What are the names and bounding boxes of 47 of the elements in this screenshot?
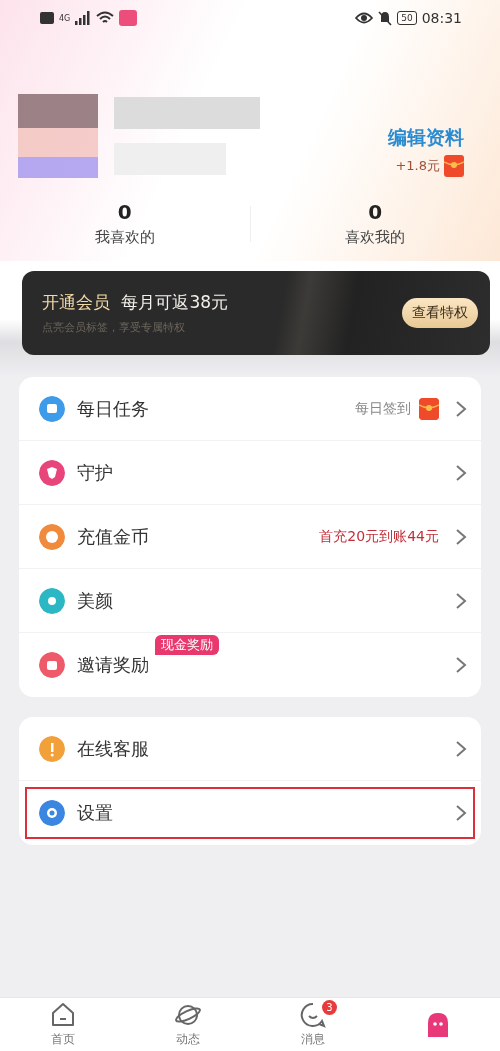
menu-label: 每日任务 bbox=[77, 396, 149, 421]
network-label: 4G bbox=[59, 13, 71, 23]
chevron-right-icon bbox=[455, 739, 467, 758]
app-icon bbox=[119, 10, 138, 26]
tab-bar-item[interactable]: 动态 bbox=[125, 998, 250, 1051]
muted-bell-icon bbox=[378, 10, 393, 26]
menu-item[interactable]: 守护 bbox=[19, 441, 481, 505]
menu-item[interactable]: 每日任务 每日签到 bbox=[19, 377, 481, 441]
menu-item[interactable]: 邀请奖励 现金奖励 bbox=[19, 633, 481, 697]
signal-icon bbox=[75, 11, 92, 25]
chat-icon bbox=[298, 1001, 327, 1029]
clock: 08:31 bbox=[421, 10, 462, 26]
menu-label: 在线客服 bbox=[77, 736, 149, 761]
reward-tag: 现金奖励 bbox=[155, 635, 219, 655]
chevron-right-icon bbox=[455, 463, 467, 482]
menu-item[interactable]: 在线客服 bbox=[19, 717, 481, 781]
eye-icon bbox=[355, 12, 374, 24]
stat-label[interactable]: 我喜欢的 bbox=[94, 228, 155, 247]
chevron-right-icon bbox=[455, 399, 467, 418]
tab-bar-item[interactable]: 消息 3 bbox=[250, 998, 375, 1051]
menu-item[interactable]: 美颜 bbox=[19, 569, 481, 633]
menu-label: 充值金币 bbox=[77, 524, 149, 549]
battery-indicator: 50 bbox=[397, 11, 417, 25]
stat-count: 0 bbox=[368, 200, 383, 224]
menu-label: 邀请奖励 bbox=[77, 653, 149, 677]
chevron-right-icon bbox=[455, 527, 467, 546]
menu-item[interactable]: 设置 bbox=[19, 781, 481, 845]
hd-icon bbox=[40, 12, 54, 24]
chevron-right-icon bbox=[455, 591, 467, 610]
view-privileges-button[interactable]: 查看特权 bbox=[402, 298, 478, 328]
chevron-right-icon bbox=[455, 656, 467, 674]
menu-label: 美颜 bbox=[77, 588, 113, 613]
stat-count: 0 bbox=[117, 200, 132, 224]
vip-title: 开通会员 每月可返38元 bbox=[42, 291, 229, 314]
wifi-icon bbox=[96, 11, 115, 25]
tab-bar-item[interactable]: 首页 bbox=[0, 998, 125, 1051]
unread-badge: 3 bbox=[322, 1000, 337, 1015]
menu-label: 设置 bbox=[77, 801, 113, 825]
envelope-icon bbox=[444, 155, 464, 177]
chevron-right-icon bbox=[455, 804, 467, 822]
menu-note: 每日签到 bbox=[355, 399, 411, 418]
stat-label[interactable]: 喜欢我的 bbox=[345, 228, 406, 247]
menu-label: 守护 bbox=[77, 460, 113, 485]
menu-note: 首充20元到账44元 bbox=[319, 527, 439, 546]
menu-item[interactable]: 充值金币 首充20元到账44元 bbox=[19, 505, 481, 569]
avatar[interactable] bbox=[18, 94, 98, 178]
reward-amount: +1.8元 bbox=[395, 157, 440, 175]
